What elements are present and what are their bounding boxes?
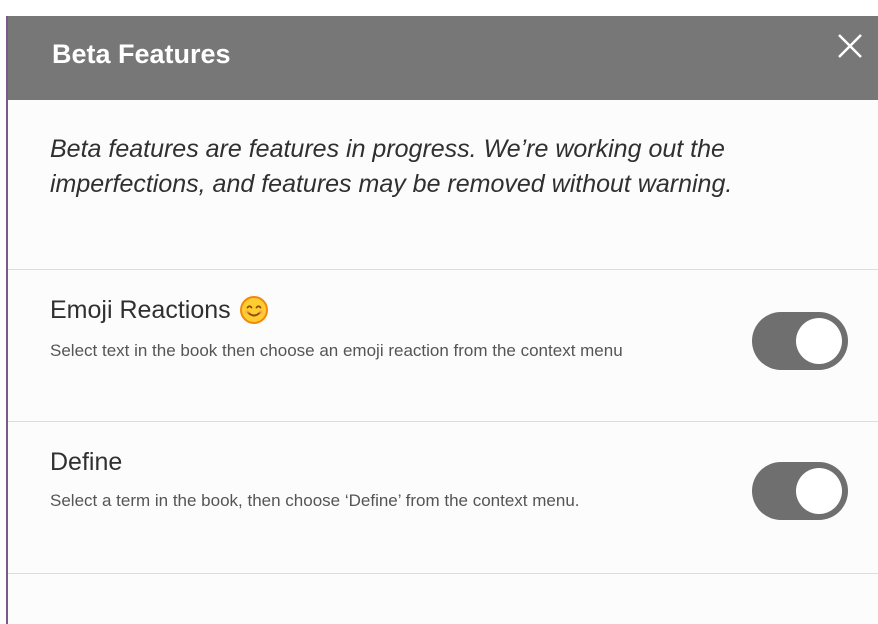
emoji-reactions-toggle[interactable] <box>752 312 848 370</box>
feature-emoji-reactions-title: Emoji Reactions <box>50 294 269 326</box>
divider <box>8 269 878 270</box>
divider <box>8 573 878 574</box>
feature-title-label: Define <box>50 448 123 476</box>
define-toggle[interactable] <box>752 462 848 520</box>
smiling-face-emoji-icon <box>239 295 269 325</box>
toggle-knob <box>796 318 842 364</box>
dialog-header: Beta Features <box>8 16 878 100</box>
divider <box>8 421 878 422</box>
beta-features-dialog: Beta Features Beta features are features… <box>6 16 878 624</box>
feature-define-title: Define <box>50 446 122 478</box>
close-button[interactable] <box>830 26 870 66</box>
feature-title-label: Emoji Reactions <box>50 296 231 324</box>
feature-define-description: Select a term in the book, then choose ‘… <box>50 491 580 510</box>
toggle-knob <box>796 468 842 514</box>
beta-intro-text: Beta features are features in progress. … <box>50 135 733 198</box>
close-icon <box>838 34 862 58</box>
dialog-title: Beta Features <box>52 39 231 69</box>
feature-emoji-reactions-description: Select text in the book then choose an e… <box>50 341 623 360</box>
